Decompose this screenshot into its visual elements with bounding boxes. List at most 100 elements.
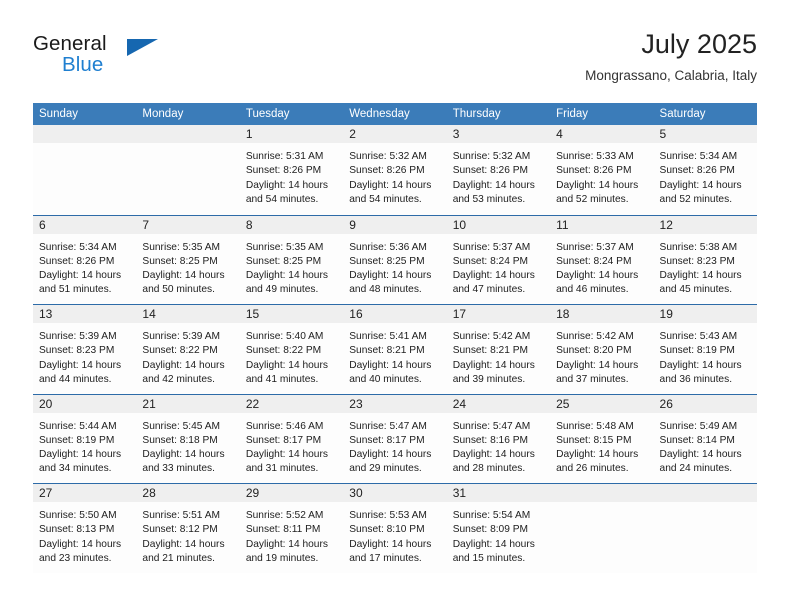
day-detail-line: and 47 minutes. (452, 284, 526, 296)
day-detail-line: Sunrise: 5:37 AM (452, 241, 531, 253)
day-detail-line: and 21 minutes. (142, 552, 215, 564)
day-detail-line: and 42 minutes. (142, 373, 215, 385)
day-cell[interactable]: 13 Sunrise: 5:39 AM Sunset: 8:23 PM Dayligh… (33, 305, 137, 394)
day-details: Sunrise: 5:52 AM Sunset: 8:11 PM Daylight:… (240, 502, 343, 566)
day-cell[interactable]: 24 Sunrise: 5:47 AM Sunset: 8:16 PM Dayligh… (446, 394, 551, 483)
day-detail-line: Daylight: 14 hours (39, 449, 122, 461)
day-number-band (653, 125, 757, 143)
day-detail-line: and 29 minutes. (349, 463, 422, 475)
day-cell[interactable]: 8 Sunrise: 5:35 AM Sunset: 8:25 PM Daylight… (239, 215, 344, 304)
day-number: 19 (659, 307, 673, 321)
day-detail-line: Daylight: 14 hours (39, 538, 122, 550)
day-number: 4 (556, 127, 563, 141)
day-cell[interactable]: 27 Sunrise: 5:50 AM Sunset: 8:13 PM Dayligh… (33, 484, 137, 573)
day-detail-line: Sunrise: 5:31 AM (245, 151, 324, 162)
day-detail-line: Sunrise: 5:46 AM (245, 420, 324, 432)
day-detail-line: Sunrise: 5:39 AM (39, 331, 117, 342)
day-detail-line: Sunset: 8:10 PM (349, 524, 425, 536)
day-cell[interactable]: 18 Sunrise: 5:42 AM Sunset: 8:20 PM Dayligh… (550, 305, 654, 394)
weekday-header-sunday: Sunday (39, 108, 79, 120)
day-number: 9 (349, 217, 356, 232)
day-detail-line: Sunrise: 5:32 AM (349, 151, 427, 162)
day-detail-line: and 37 minutes. (556, 373, 629, 385)
day-detail-line: Daylight: 14 hours (245, 359, 328, 371)
day-number-band (343, 215, 447, 234)
day-cell[interactable]: 12 Sunrise: 5:38 AM Sunset: 8:23 PM Dayligh… (653, 215, 757, 304)
page-title: July 2025 (641, 29, 757, 59)
day-detail-line: Sunset: 8:25 PM (245, 255, 322, 267)
day-cell-empty (653, 484, 757, 573)
day-detail-line: and 45 minutes. (659, 284, 733, 296)
day-details: Sunrise: 5:47 AM Sunset: 8:17 PM Daylight:… (343, 413, 446, 477)
day-cell[interactable]: 7 Sunrise: 5:35 AM Sunset: 8:25 PM Daylight… (136, 215, 240, 304)
day-cell[interactable]: 9 Sunrise: 5:36 AM Sunset: 8:25 PM Daylight… (343, 215, 447, 304)
day-cell[interactable]: 30 Sunrise: 5:53 AM Sunset: 8:10 PM Dayligh… (343, 484, 447, 573)
day-cell[interactable]: 2 Sunrise: 5:32 AM Sunset: 8:26 PM Daylight… (343, 125, 447, 215)
day-cell[interactable]: 19 Sunrise: 5:43 AM Sunset: 8:19 PM Dayligh… (653, 305, 757, 394)
day-detail-line: Sunrise: 5:42 AM (556, 331, 634, 342)
day-cell[interactable]: 22 Sunrise: 5:46 AM Sunset: 8:17 PM Dayligh… (239, 394, 344, 483)
day-number: 8 (245, 217, 253, 232)
day-detail-line: Sunrise: 5:40 AM (245, 331, 324, 342)
day-cell[interactable]: 15 Sunrise: 5:40 AM Sunset: 8:22 PM Dayligh… (239, 305, 344, 394)
day-details: Sunrise: 5:48 AM Sunset: 8:15 PM Daylight:… (550, 413, 653, 477)
day-number: 12 (659, 217, 673, 232)
weekday-header-thursday: Thursday (452, 108, 501, 120)
day-cell[interactable]: 11 Sunrise: 5:37 AM Sunset: 8:24 PM Dayligh… (550, 215, 654, 304)
day-details: Sunrise: 5:43 AM Sunset: 8:19 PM Daylight:… (654, 323, 757, 387)
day-detail-line: Daylight: 14 hours (452, 359, 535, 371)
day-cell[interactable]: 5 Sunrise: 5:34 AM Sunset: 8:26 PM Daylight… (653, 125, 757, 215)
day-detail-line: and 17 minutes. (349, 552, 422, 564)
day-cell[interactable]: 3 Sunrise: 5:32 AM Sunset: 8:26 PM Daylight… (446, 125, 551, 215)
day-cell[interactable]: 23 Sunrise: 5:47 AM Sunset: 8:17 PM Dayligh… (343, 394, 447, 483)
day-detail-line: and 36 minutes. (659, 373, 733, 385)
day-details: Sunrise: 5:33 AM Sunset: 8:26 PM Daylight:… (550, 143, 653, 207)
day-detail-line: and 52 minutes. (659, 193, 733, 205)
day-details: Sunrise: 5:32 AM Sunset: 8:26 PM Daylight:… (447, 143, 550, 207)
day-number: 15 (245, 307, 260, 321)
day-cell[interactable]: 4 Sunrise: 5:33 AM Sunset: 8:26 PM Daylight… (550, 125, 654, 215)
day-cell[interactable]: 29 Sunrise: 5:52 AM Sunset: 8:11 PM Dayligh… (239, 484, 344, 573)
day-details: Sunrise: 5:39 AM Sunset: 8:23 PM Daylight:… (33, 323, 136, 387)
day-cell[interactable]: 21 Sunrise: 5:45 AM Sunset: 8:18 PM Dayligh… (136, 394, 240, 483)
day-cell[interactable]: 31 Sunrise: 5:54 AM Sunset: 8:09 PM Dayligh… (446, 484, 551, 573)
day-details (550, 502, 653, 509)
calendar-week-row: 27 Sunrise: 5:50 AM Sunset: 8:13 PM Dayligh… (33, 483, 757, 573)
day-detail-line: and 49 minutes. (245, 284, 319, 296)
day-detail-line: Sunrise: 5:53 AM (349, 510, 427, 521)
day-cell[interactable]: 26 Sunrise: 5:49 AM Sunset: 8:14 PM Dayligh… (653, 394, 757, 483)
day-cell[interactable]: 25 Sunrise: 5:48 AM Sunset: 8:15 PM Dayligh… (550, 394, 654, 483)
day-number: 20 (39, 396, 53, 411)
day-cell[interactable]: 1 Sunrise: 5:31 AM Sunset: 8:26 PM Daylight… (239, 125, 344, 215)
day-cell[interactable]: 20 Sunrise: 5:44 AM Sunset: 8:19 PM Dayligh… (33, 394, 137, 483)
day-number: 1 (245, 127, 253, 141)
day-cell[interactable]: 16 Sunrise: 5:41 AM Sunset: 8:21 PM Dayligh… (343, 305, 447, 394)
day-cell[interactable]: 28 Sunrise: 5:51 AM Sunset: 8:12 PM Dayligh… (136, 484, 240, 573)
day-cell[interactable]: 14 Sunrise: 5:39 AM Sunset: 8:22 PM Dayligh… (136, 305, 240, 394)
day-detail-line: and 23 minutes. (39, 552, 112, 564)
day-detail-line: Sunrise: 5:49 AM (659, 420, 738, 432)
day-number-band (550, 484, 654, 502)
calendar-week-row: 6 Sunrise: 5:34 AM Sunset: 8:26 PM Daylight… (33, 214, 757, 304)
day-detail-line: Daylight: 14 hours (349, 359, 432, 371)
day-detail-line: Sunset: 8:20 PM (556, 345, 632, 357)
day-detail-line: Sunset: 8:25 PM (349, 255, 425, 267)
day-details: Sunrise: 5:37 AM Sunset: 8:24 PM Daylight:… (550, 234, 653, 298)
day-detail-line: Sunset: 8:21 PM (349, 345, 425, 357)
day-number-band (343, 125, 447, 143)
day-cell[interactable]: 6 Sunrise: 5:34 AM Sunset: 8:26 PM Daylight… (33, 215, 137, 304)
day-detail-line: Sunrise: 5:33 AM (556, 151, 634, 162)
day-detail-line: and 46 minutes. (556, 284, 629, 296)
day-details (33, 143, 136, 150)
day-detail-line: Sunset: 8:25 PM (142, 255, 218, 267)
day-detail-line: Sunset: 8:23 PM (659, 255, 735, 267)
day-detail-line: Daylight: 14 hours (245, 538, 328, 550)
day-number-band (550, 125, 654, 143)
day-cell-empty (136, 125, 240, 215)
day-number: 23 (349, 396, 363, 411)
day-cell[interactable]: 10 Sunrise: 5:37 AM Sunset: 8:24 PM Dayligh… (446, 215, 551, 304)
day-detail-line: and 41 minutes. (245, 373, 319, 385)
day-detail-line: Sunset: 8:18 PM (142, 434, 218, 446)
day-detail-line: Daylight: 14 hours (556, 270, 639, 282)
day-cell[interactable]: 17 Sunrise: 5:42 AM Sunset: 8:21 PM Dayligh… (446, 305, 551, 394)
